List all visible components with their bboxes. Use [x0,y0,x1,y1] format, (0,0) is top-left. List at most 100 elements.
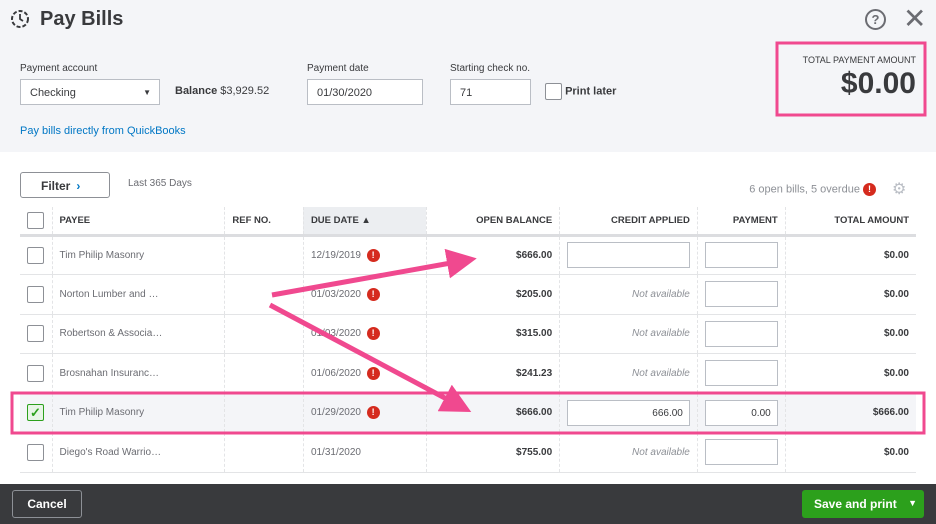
credit-cell [559,235,698,275]
open-balance: $205.00 [425,274,560,315]
due-date-value: 01/06/2020 [310,367,361,379]
due-date-value: 01/03/2020 [310,288,361,300]
credit-input[interactable] [567,242,690,269]
chevron-down-icon[interactable]: ▼ [908,498,917,508]
row-checkbox[interactable] [27,325,44,343]
close-icon[interactable]: ✕ [903,5,926,33]
payment-cell [696,353,786,394]
balance-label: Balance [175,85,218,97]
credit-applied: Not available [559,314,698,354]
total-amount: $0.00 [784,432,916,473]
payment-input[interactable]: 0.00 [704,399,778,426]
pay-directly-link[interactable]: Pay bills directly from QuickBooks [20,125,186,137]
col-due-date[interactable]: DUE DATE ▲ [302,207,427,237]
total-amount-value: $0.00 [883,249,909,261]
payment-date-label: Payment date [307,63,369,74]
ref-no [224,432,304,473]
col-payee[interactable]: PAYEE [51,207,225,237]
print-later[interactable]: Print later [545,83,616,100]
credit-cell: 666.00 [559,393,698,433]
payment-input[interactable] [704,320,778,347]
filter-button[interactable]: Filter › [20,172,110,198]
col-total[interactable]: TOTAL AMOUNT [784,207,916,237]
payee: Tim Philip Masonry [51,235,225,275]
table-row[interactable]: Norton Lumber and … 01/03/2020 ! $205.00… [20,274,916,315]
row-checkbox[interactable]: ✓ [27,404,44,422]
table-row[interactable]: ✓ Tim Philip Masonry 01/29/2020 ! $666.0… [20,393,916,433]
row-checkbox[interactable] [27,285,44,303]
overdue-icon: ! [863,183,876,196]
open-balance-value: $666.00 [516,407,553,419]
open-balance-value: $755.00 [516,446,553,458]
ref-no [224,235,304,275]
col-open-balance[interactable]: OPEN BALANCE [425,207,560,237]
overdue-icon: ! [366,327,380,341]
payee: Norton Lumber and … [51,274,225,315]
due-date: 12/19/2019 ! [302,235,427,275]
overdue-icon: ! [366,406,380,420]
table-row[interactable]: Brosnahan Insuranc… 01/06/2020 ! $241.23… [20,353,916,394]
due-date-value: 01/29/2020 [310,407,361,419]
due-date-value: 01/31/2020 [310,446,361,458]
payment-input[interactable] [704,439,778,466]
select-all-checkbox[interactable] [27,211,44,229]
filter-label: Filter [41,179,71,193]
row-select[interactable]: ✓ [20,393,52,433]
table-row[interactable]: Robertson & Associa… 01/03/2020 ! $315.0… [20,314,916,354]
row-select[interactable] [20,353,52,394]
credit-applied: Not available [559,353,698,394]
help-icon[interactable]: ? [865,9,886,30]
due-date-value: 01/03/2020 [310,328,361,340]
open-bills-text: 6 open bills, 5 overdue [749,183,860,196]
col-credit[interactable]: CREDIT APPLIED [559,207,698,237]
open-balance-value: $666.00 [516,249,553,261]
col-ref[interactable]: REF NO. [224,207,304,237]
row-checkbox[interactable] [27,364,44,382]
total-amount-value: $0.00 [883,446,909,458]
overdue-icon: ! [366,366,380,380]
payment-input[interactable] [704,281,778,308]
check-no-input[interactable]: 71 [450,79,531,105]
total-amount: $0.00 [784,274,916,315]
print-later-checkbox[interactable] [545,83,562,100]
table-row[interactable]: Tim Philip Masonry 12/19/2019 ! $666.00 … [20,235,916,275]
chevron-right-icon: › [76,179,81,193]
row-select[interactable] [20,235,52,275]
payment-input[interactable] [704,360,778,387]
total-payment-value: $0.00 [840,67,916,100]
payment-date-input[interactable]: 01/30/2020 [307,79,423,105]
total-amount-value: $0.00 [883,367,909,379]
payee: Tim Philip Masonry [51,393,225,433]
select-all[interactable] [20,207,52,237]
row-select[interactable] [20,314,52,354]
open-balance: $666.00 [425,235,560,275]
row-select[interactable] [20,432,52,473]
due-date-value: 12/19/2019 [310,249,361,261]
date-range: Last 365 Days [128,178,192,189]
overdue-icon: ! [366,248,380,262]
row-select[interactable] [20,274,52,315]
payment-cell [696,235,786,275]
due-date: 01/03/2020 ! [302,274,427,315]
payment-account-select[interactable]: Checking ▼ [20,79,160,105]
col-payment[interactable]: PAYMENT [696,207,786,237]
open-balance: $666.00 [425,393,560,433]
balance-value: $3,929.52 [220,85,270,97]
ref-no [224,314,304,354]
credit-input[interactable]: 666.00 [567,399,690,426]
open-balance-value: $241.23 [516,367,553,379]
gear-icon[interactable]: ⚙ [892,179,906,199]
cancel-button[interactable]: Cancel [12,490,82,518]
payment-input[interactable] [704,242,778,269]
due-date: 01/31/2020 [302,432,427,473]
credit-applied: Not available [559,274,698,315]
row-checkbox[interactable] [27,443,44,461]
open-balance-value: $205.00 [516,288,553,300]
table-row[interactable]: Diego's Road Warrio… 01/31/2020 $755.00 … [20,432,916,473]
row-checkbox[interactable] [27,246,44,264]
footer: Cancel Save and print ▼ [0,484,936,524]
open-balance-value: $315.00 [516,328,553,340]
save-and-print-button[interactable]: Save and print ▼ [802,490,924,518]
bills-table: PAYEE REF NO. DUE DATE ▲ OPEN BALANCE CR… [20,207,916,473]
chevron-down-icon: ▼ [143,88,151,97]
